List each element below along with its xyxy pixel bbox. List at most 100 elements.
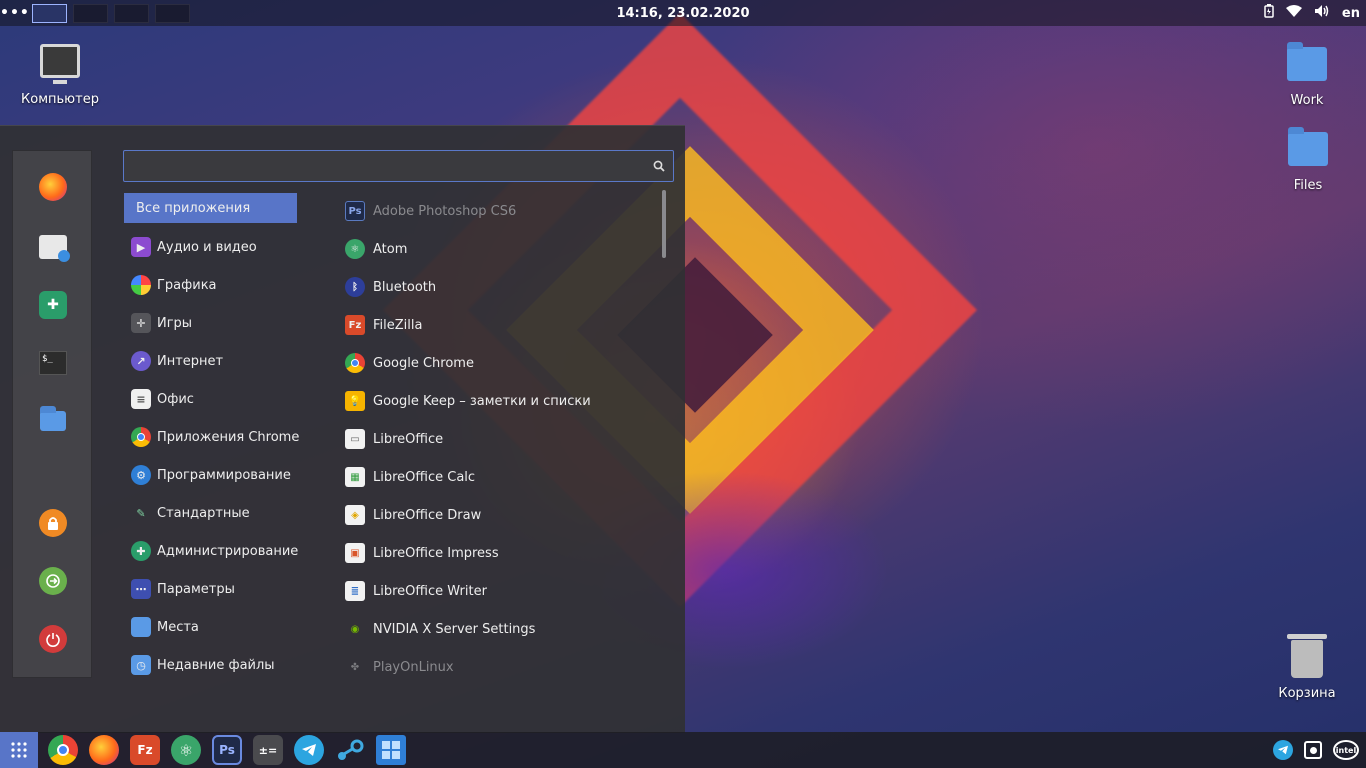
app-bluetooth[interactable]: ᛒ Bluetooth xyxy=(345,268,655,306)
fav-terminal[interactable]: $_ xyxy=(37,347,69,379)
taskbar-chrome[interactable] xyxy=(48,735,78,765)
app-filezilla[interactable]: Fz FileZilla xyxy=(345,306,655,344)
fav-power[interactable] xyxy=(37,623,69,655)
fav-firefox[interactable] xyxy=(37,171,69,203)
playonlinux-clover-icon: ✤ xyxy=(350,661,360,673)
workspace-2[interactable] xyxy=(73,3,108,23)
category-all[interactable]: Все приложения xyxy=(124,193,297,223)
app-nvidia-settings[interactable]: ◉ NVIDIA X Server Settings xyxy=(345,610,655,648)
category-chrome-apps[interactable]: Приложения Chrome xyxy=(124,418,314,456)
calculator-icon: ±= xyxy=(258,743,278,757)
workspace-4[interactable] xyxy=(155,3,190,23)
category-places[interactable]: Места xyxy=(124,608,314,646)
category-graphics[interactable]: Графика xyxy=(124,266,314,304)
app-label: LibreOffice Draw xyxy=(373,507,482,523)
spreadsheet-icon: ▦ xyxy=(345,467,365,487)
internet-compass-icon: ↗ xyxy=(131,351,151,371)
app-label: LibreOffice Calc xyxy=(373,469,476,485)
writer-icon: ≣ xyxy=(345,581,365,601)
firefox-icon xyxy=(39,173,67,201)
atom-icon: ⚛ xyxy=(178,740,194,760)
fav-logout[interactable] xyxy=(37,565,69,597)
fav-software-center[interactable] xyxy=(37,231,70,263)
category-label: Приложения Chrome xyxy=(157,429,300,445)
fav-settings[interactable]: ✚ xyxy=(37,289,69,321)
folder-icon xyxy=(131,617,151,637)
category-preferences[interactable]: ⋯ Параметры xyxy=(124,570,314,608)
activities-menu-button[interactable]: ••• xyxy=(0,5,29,21)
document-icon: ≡ xyxy=(131,389,151,409)
application-list: Ps Adobe Photoshop CS6 ⚛ Atom ᛒ Bluetoot… xyxy=(345,192,655,686)
atom-icon: ⚛ xyxy=(345,239,365,259)
app-playonlinux[interactable]: ✤ PlayOnLinux xyxy=(345,648,655,686)
desktop-computer[interactable]: Компьютер xyxy=(10,44,110,107)
filezilla-icon: Fz xyxy=(345,315,365,335)
fav-lock[interactable] xyxy=(37,507,69,539)
wifi-icon[interactable] xyxy=(1285,5,1302,21)
language-indicator[interactable]: en xyxy=(1342,6,1360,21)
app-label: LibreOffice Impress xyxy=(373,545,499,561)
taskbar-filezilla[interactable]: Fz xyxy=(130,735,160,765)
category-administration[interactable]: ✚ Администрирование xyxy=(124,532,314,570)
drawing-tools-icon: ✎ xyxy=(136,506,146,520)
category-internet[interactable]: ↗ Интернет xyxy=(124,342,314,380)
app-label: NVIDIA X Server Settings xyxy=(373,621,536,637)
category-accessories[interactable]: ✎ Стандартные xyxy=(124,494,314,532)
desktop-folder-work[interactable]: Work xyxy=(1257,42,1357,108)
app-photoshop[interactable]: Ps Adobe Photoshop CS6 xyxy=(345,192,655,230)
app-libreoffice-writer[interactable]: ≣ LibreOffice Writer xyxy=(345,572,655,610)
taskbar-atom[interactable]: ⚛ xyxy=(171,735,201,765)
taskbar-firefox[interactable] xyxy=(89,735,119,765)
desktop-trash[interactable]: Корзина xyxy=(1257,634,1357,701)
app-label: Bluetooth xyxy=(373,279,437,295)
folder-icon xyxy=(1288,127,1328,166)
category-office[interactable]: ≡ Офис xyxy=(124,380,314,418)
app-libreoffice-impress[interactable]: ▣ LibreOffice Impress xyxy=(345,534,655,572)
desktop-work-label: Work xyxy=(1290,93,1324,108)
taskbar-calculator[interactable]: ±= xyxy=(253,735,283,765)
taskbar-steam[interactable] xyxy=(335,735,365,765)
app-list-scrollbar[interactable] xyxy=(662,190,666,258)
photoshop-icon: Ps xyxy=(345,201,365,221)
category-label: Администрирование xyxy=(157,543,299,559)
bluetooth-icon: ᛒ xyxy=(345,277,365,297)
taskbar-photoshop[interactable]: Ps xyxy=(212,735,242,765)
application-menu: ✚ $_ Все приложения ▶ Аудио и видео Граф… xyxy=(0,125,685,733)
tray-telegram[interactable] xyxy=(1272,738,1294,762)
app-google-keep[interactable]: 💡 Google Keep – заметки и списки xyxy=(345,382,655,420)
workspace-3[interactable] xyxy=(114,3,149,23)
app-google-chrome[interactable]: Google Chrome xyxy=(345,344,655,382)
category-label: Аудио и видео xyxy=(157,239,257,255)
app-libreoffice-draw[interactable]: ◈ LibreOffice Draw xyxy=(345,496,655,534)
category-programming[interactable]: ⚙ Программирование xyxy=(124,456,314,494)
lightbulb-icon: 💡 xyxy=(345,391,365,411)
app-libreoffice[interactable]: ▭ LibreOffice xyxy=(345,420,655,458)
app-libreoffice-calc[interactable]: ▦ LibreOffice Calc xyxy=(345,458,655,496)
battery-icon[interactable] xyxy=(1264,4,1274,22)
category-audio-video[interactable]: ▶ Аудио и видео xyxy=(124,228,314,266)
search-icon[interactable] xyxy=(653,157,667,172)
tray-intel[interactable]: intel xyxy=(1332,738,1360,762)
fav-files[interactable] xyxy=(37,405,69,437)
gamepad-icon: ✛ xyxy=(131,313,151,333)
graphics-icon xyxy=(131,275,151,295)
category-recent-files[interactable]: ◷ Недавние файлы xyxy=(124,646,314,684)
search-input[interactable] xyxy=(123,150,674,182)
intel-icon: intel xyxy=(1333,740,1359,760)
clock[interactable]: 14:16, 23.02.2020 xyxy=(0,6,1366,21)
category-games[interactable]: ✛ Игры xyxy=(124,304,314,342)
favorites-bar: ✚ $_ xyxy=(12,150,92,678)
gear-icon: ⚙ xyxy=(131,465,151,485)
app-launcher-button[interactable] xyxy=(0,732,38,768)
volume-icon[interactable] xyxy=(1314,4,1330,22)
app-atom[interactable]: ⚛ Atom xyxy=(345,230,655,268)
desktop-folder-files[interactable]: Files xyxy=(1258,127,1358,193)
desktop-trash-label: Корзина xyxy=(1278,686,1336,701)
grid-icon xyxy=(11,742,27,758)
taskbar-telegram[interactable] xyxy=(294,735,324,765)
taskbar-workspace-view[interactable] xyxy=(376,735,406,765)
category-label: Недавние файлы xyxy=(157,657,275,673)
app-label: Atom xyxy=(373,241,408,257)
tray-screenshot[interactable] xyxy=(1302,738,1324,762)
workspace-1[interactable] xyxy=(32,3,67,23)
